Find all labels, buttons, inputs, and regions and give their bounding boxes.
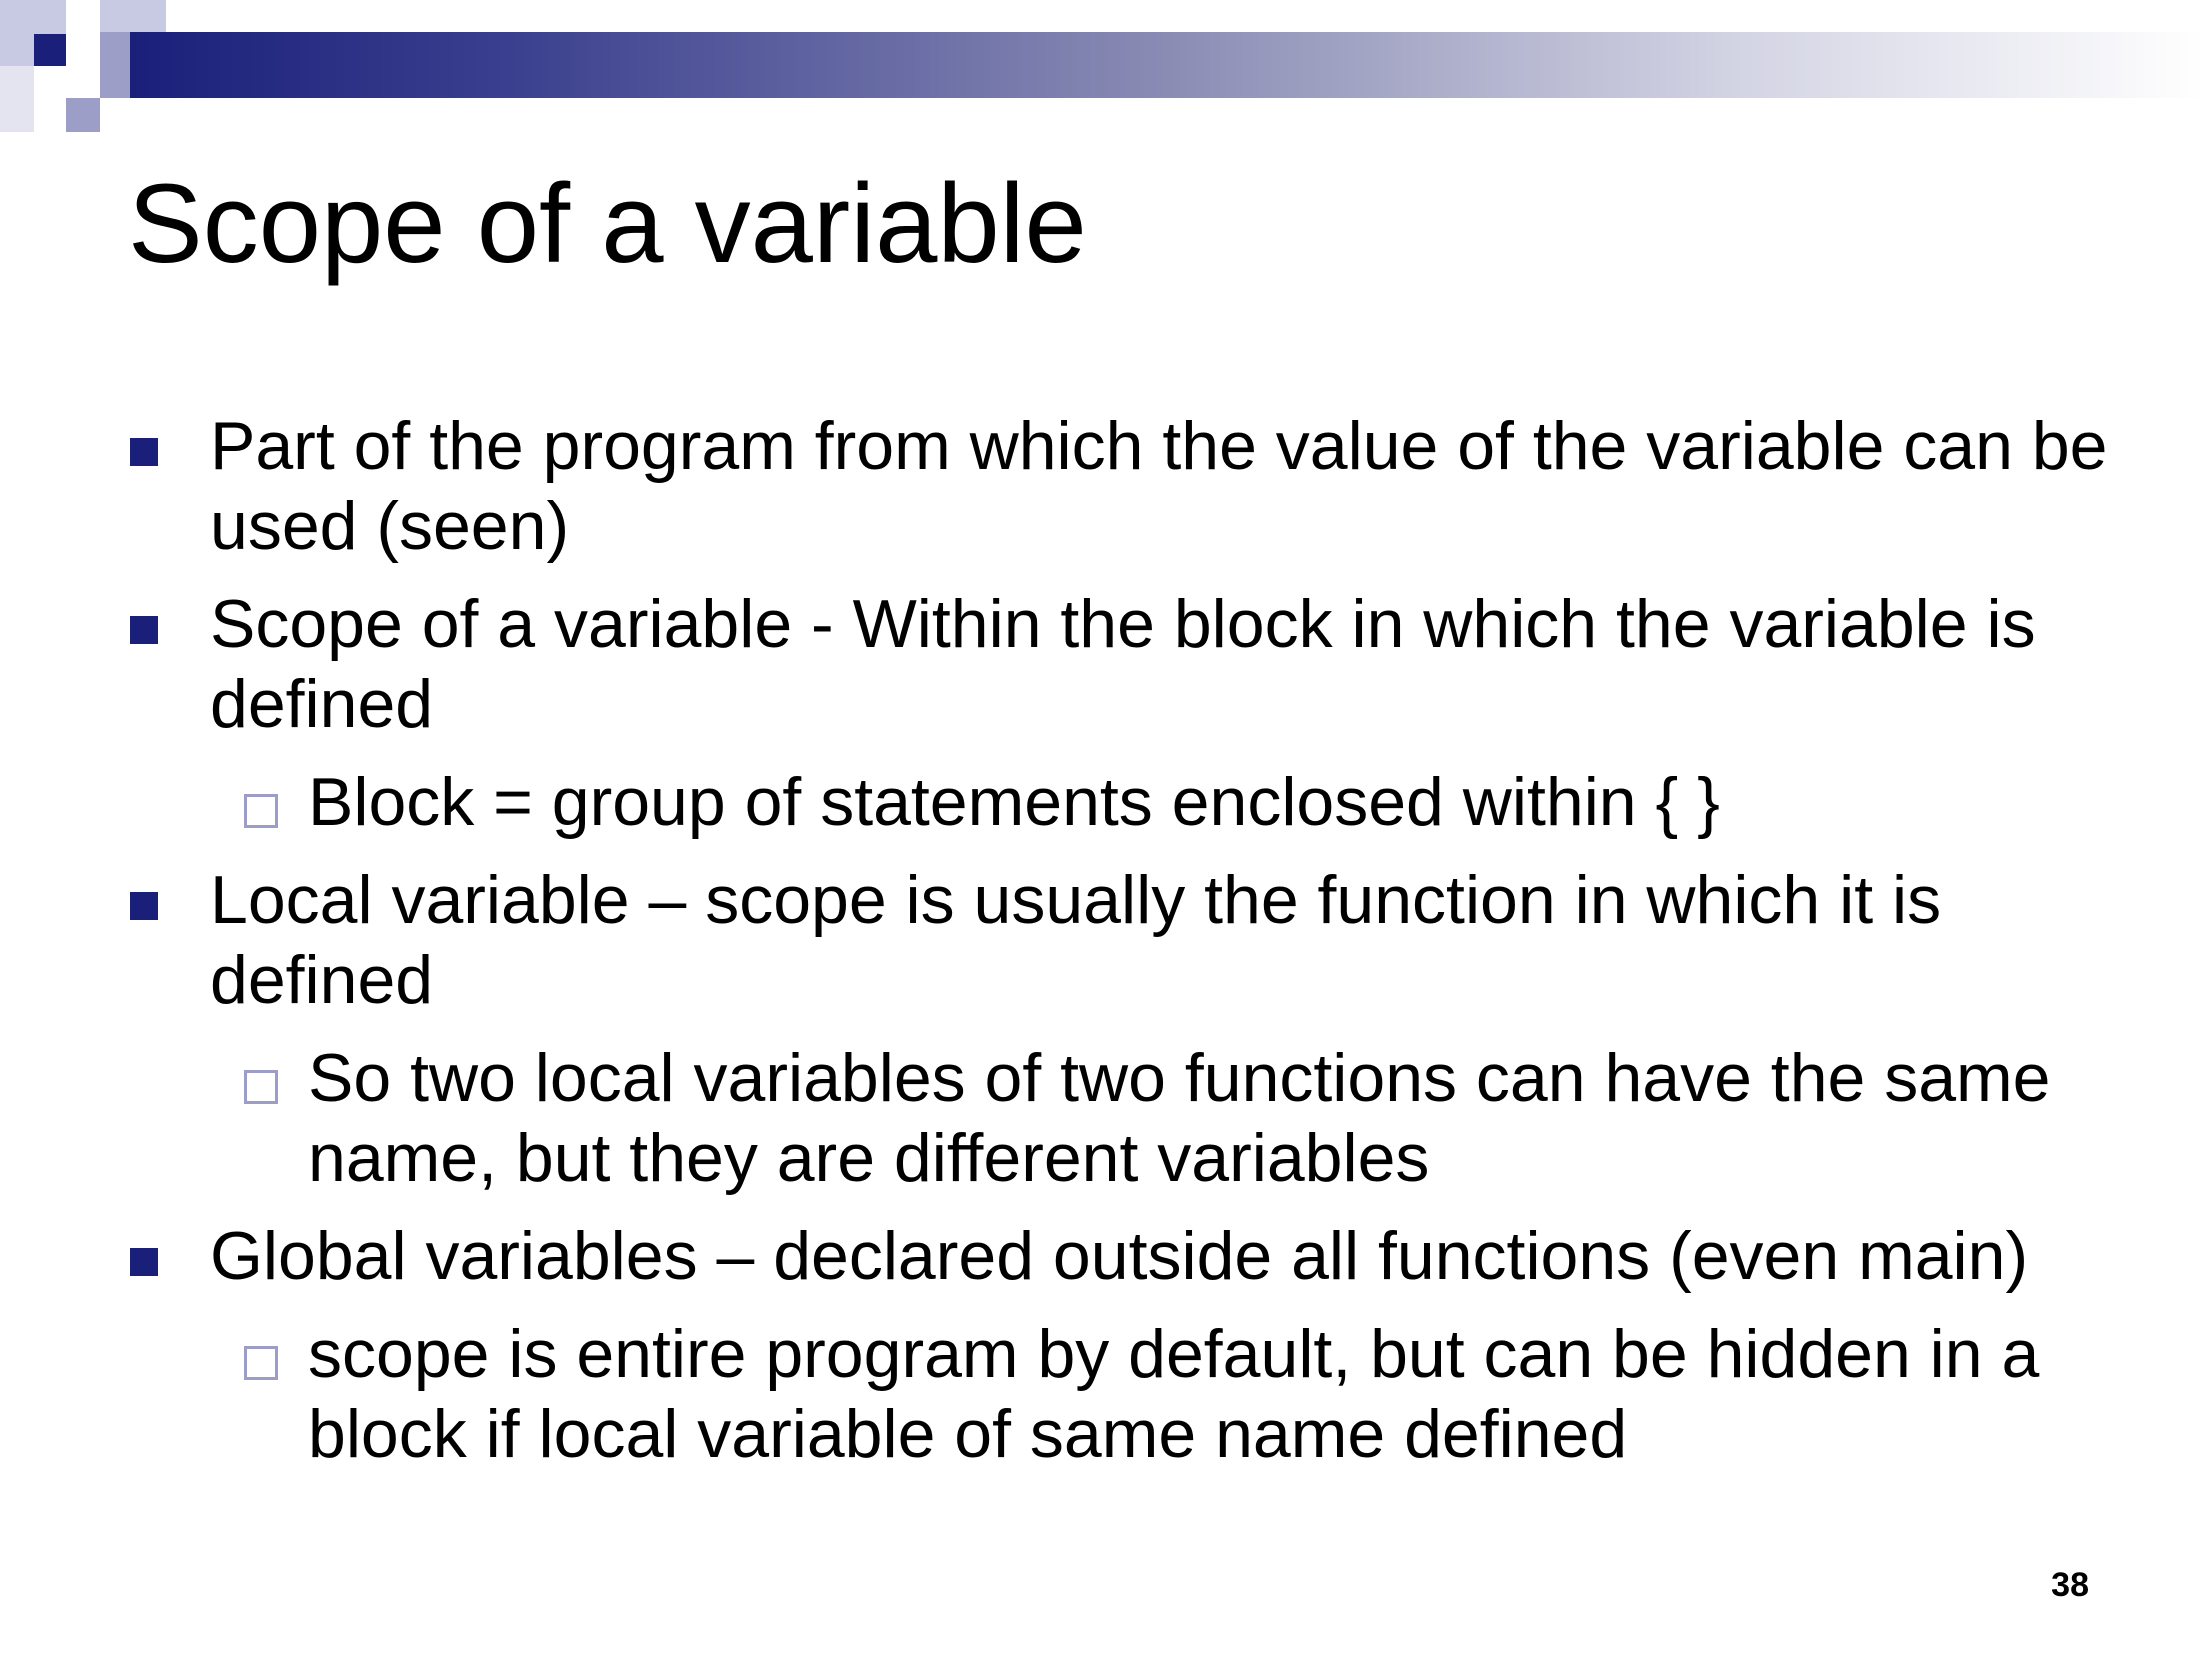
square-bullet-icon [130,892,158,920]
decor-square [34,34,66,66]
hollow-square-bullet-icon [244,1070,278,1104]
list-item: Global variables – declared outside all … [128,1216,2128,1296]
list-item: scope is entire program by default, but … [128,1314,2128,1474]
square-bullet-icon [130,616,158,644]
list-item: Part of the program from which the value… [128,406,2128,566]
bullet-list: Part of the program from which the value… [128,406,2128,1492]
bullet-text: scope is entire program by default, but … [308,1316,2040,1472]
slide: Scope of a variable Part of the program … [0,0,2205,1653]
bullet-text: Part of the program from which the value… [210,408,2108,564]
list-item: So two local variables of two functions … [128,1038,2128,1198]
list-item: Scope of a variable - Within the block i… [128,584,2128,744]
decor-square [100,0,166,32]
bullet-text: Scope of a variable - Within the block i… [210,586,2036,742]
header-gradient-bar [130,32,2205,98]
bullet-text: Local variable – scope is usually the fu… [210,862,1942,1018]
square-bullet-icon [130,438,158,466]
page-number: 38 [2051,1566,2089,1604]
square-bullet-icon [130,1248,158,1276]
decor-square [0,66,34,132]
slide-title: Scope of a variable [128,161,1087,286]
list-item: Local variable – scope is usually the fu… [128,860,2128,1020]
decor-square [66,98,100,132]
bullet-text: Global variables – declared outside all … [210,1218,2029,1294]
hollow-square-bullet-icon [244,1346,278,1380]
list-item: Block = group of statements enclosed wit… [128,762,2128,842]
bullet-text: So two local variables of two functions … [308,1040,2051,1196]
bullet-text: Block = group of statements enclosed wit… [308,764,1720,840]
hollow-square-bullet-icon [244,794,278,828]
